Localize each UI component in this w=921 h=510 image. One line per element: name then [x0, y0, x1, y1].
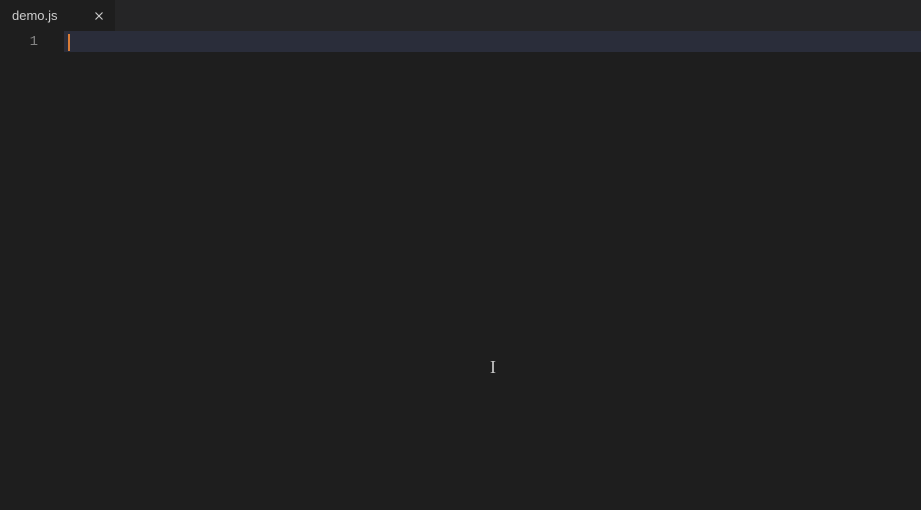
tab-demo-js[interactable]: demo.js	[0, 0, 115, 31]
tab-bar: demo.js	[0, 0, 921, 31]
tab-label: demo.js	[12, 8, 58, 23]
code-input[interactable]	[68, 31, 921, 510]
line-number-gutter: 1	[0, 31, 64, 510]
editor-content[interactable]	[64, 31, 921, 510]
editor-area[interactable]: 1	[0, 31, 921, 510]
line-number: 1	[0, 33, 38, 52]
close-icon[interactable]	[91, 8, 107, 24]
